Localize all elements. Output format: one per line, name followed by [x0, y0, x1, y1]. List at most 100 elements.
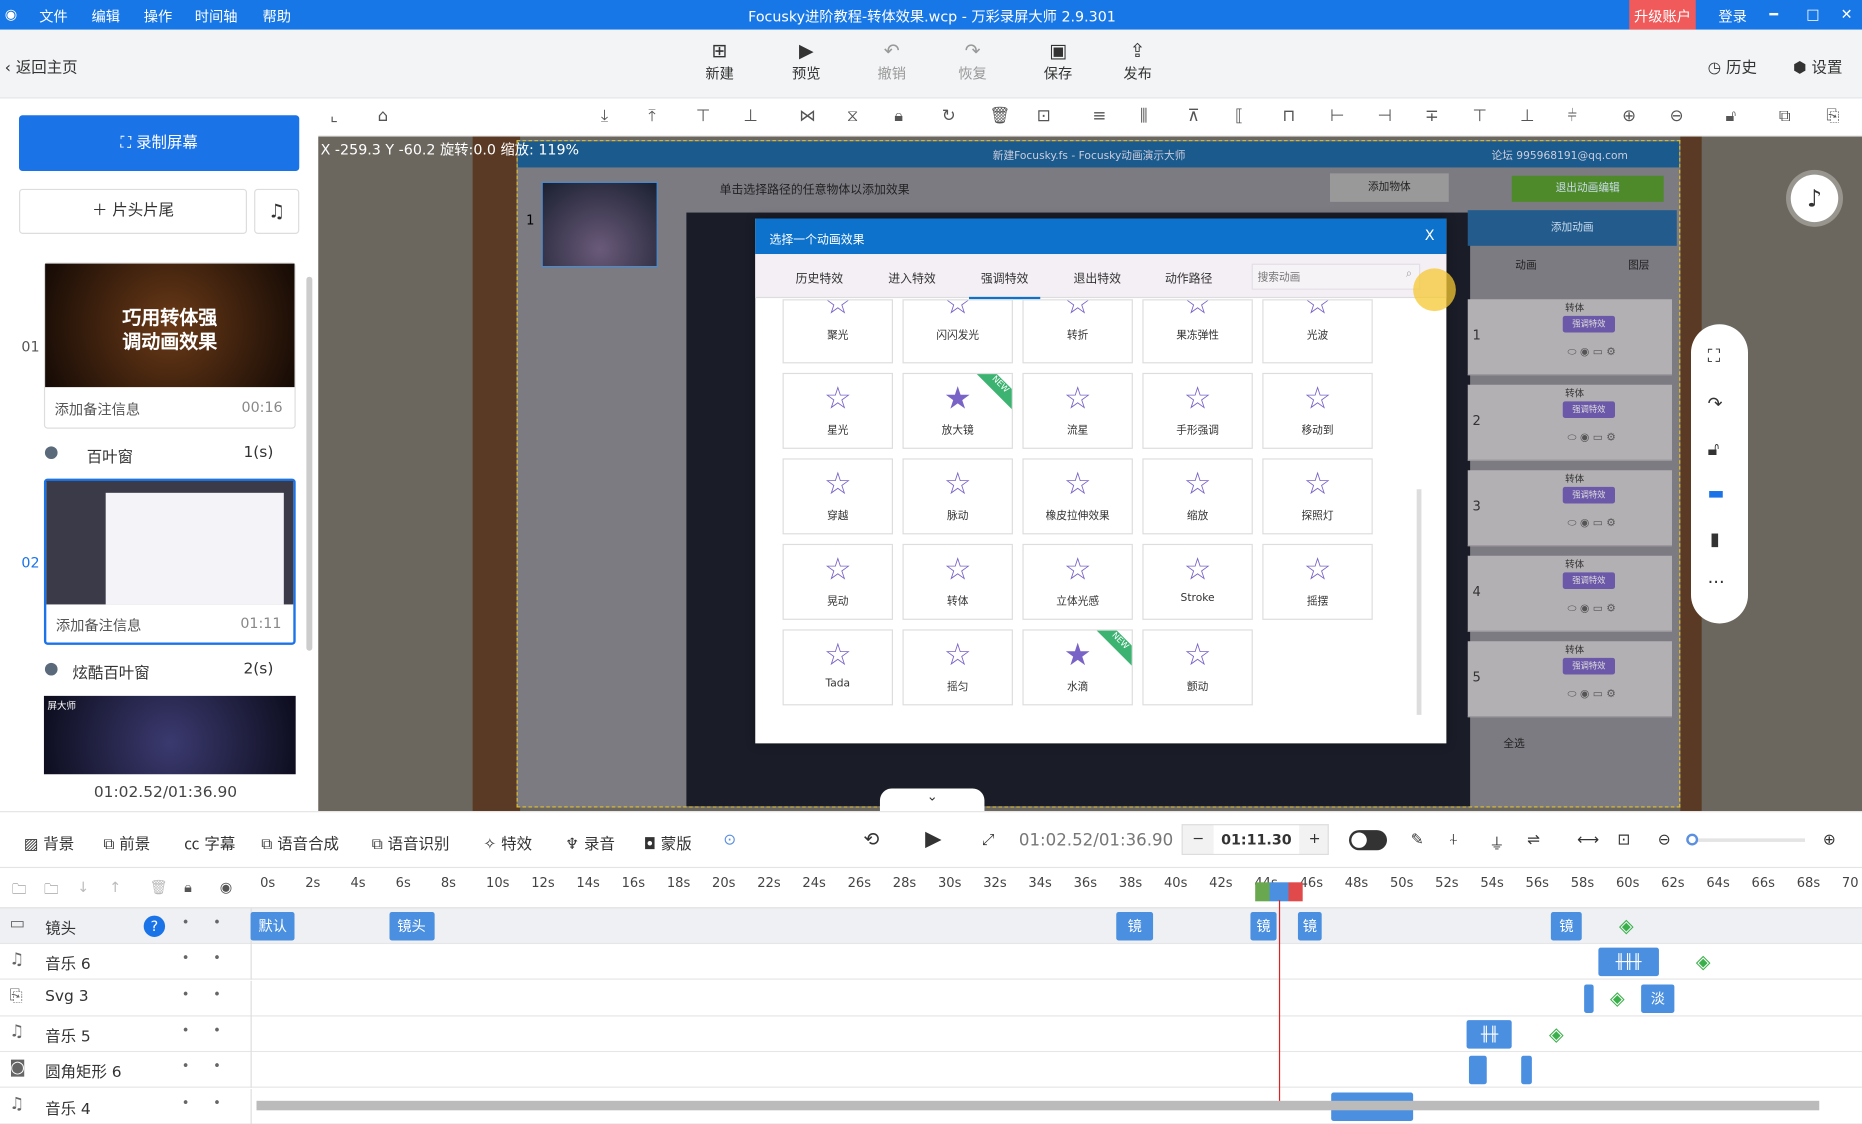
move-up-icon[interactable]: ↑ [109, 879, 121, 896]
effect-item[interactable]: ☆ 橡皮拉伸效果 [1022, 458, 1133, 535]
collapse-chevron-icon[interactable]: ⌄ [879, 788, 985, 813]
duration-input[interactable]: 01:11.30 [1213, 825, 1300, 854]
timeline-clip[interactable] [1521, 1055, 1533, 1085]
music-button[interactable]: ♫ [254, 188, 300, 234]
eye-icon[interactable]: ◉ [220, 879, 232, 896]
move-bottom-icon[interactable]: ⤓ [601, 107, 608, 126]
move-down-icon[interactable]: ↓ [77, 879, 89, 896]
move-up-icon[interactable]: ⊥ [743, 107, 757, 126]
more-icon[interactable]: ⊙ [723, 831, 736, 849]
group-icon[interactable]: ⊡ [1037, 107, 1051, 126]
timeline-track[interactable]: ▭ 镜头? •• 默认 镜头镜镜镜镜 ◈ [0, 908, 1862, 945]
effect-item[interactable]: ☆ 聚光 [782, 299, 893, 364]
delete-icon[interactable]: 🗑︎ [989, 107, 1010, 126]
toggle-switch[interactable] [1349, 830, 1387, 851]
timeline-track[interactable]: ◙ 圆角矩形 6 •• [0, 1052, 1862, 1088]
dialog-close-button[interactable]: X [1425, 227, 1435, 244]
align-icon[interactable]: ⊓ [1283, 107, 1296, 126]
effect-item[interactable]: ☆ Stroke [1142, 543, 1253, 620]
redo-button[interactable]: ↷ 恢复 [949, 39, 997, 83]
timeline-clip[interactable]: 镜 [1297, 912, 1323, 941]
zoom-in-icon[interactable]: ⊕ [1622, 107, 1636, 126]
menu-file[interactable]: 文件 [39, 6, 68, 26]
record-screen-button[interactable]: ⛶ 录制屏幕 [19, 115, 300, 171]
adjust-icon[interactable]: ⇌ [1527, 831, 1540, 849]
move-top-icon[interactable]: ⤒ [648, 107, 655, 126]
minimize-button[interactable]: ━ [1769, 6, 1778, 23]
effect-item[interactable]: ☆ 晃动 [782, 543, 893, 620]
keyframe-add-icon[interactable]: ◈ [1549, 1022, 1564, 1045]
crop-icon[interactable]: ⌞ [330, 107, 338, 126]
anim-action-icons[interactable]: ⬭ ◉ ▭ ⚙ [1568, 432, 1616, 444]
tab-layers[interactable]: 图层 [1628, 257, 1649, 272]
effect-item[interactable]: ☆ 流星 [1022, 372, 1133, 449]
playhead-handle[interactable] [1255, 882, 1304, 902]
fullscreen-icon[interactable]: ⤢ [982, 831, 994, 849]
intro-outro-button[interactable]: ＋ 片头片尾 [19, 188, 247, 234]
effect-item[interactable]: ★ 放大镜 NEW [902, 372, 1013, 449]
timeline-clip[interactable] [1584, 983, 1594, 1013]
animation-list-item[interactable]: 2 转体 强调特效 ⬭ ◉ ▭ ⚙ [1467, 384, 1672, 461]
timeline-clip[interactable]: 镜 [1116, 912, 1153, 941]
align-center-icon[interactable]: ≡ [1093, 107, 1107, 126]
filter-icon[interactable]: ⏚ [1489, 831, 1504, 854]
tool-record-audio[interactable]: ♆ 录音 [565, 831, 615, 854]
tool-asr[interactable]: ⧉ 语音识别 [372, 831, 450, 854]
track-visibility-dots[interactable]: •• [182, 1094, 245, 1109]
flip-v-icon[interactable]: ⧖ [847, 107, 859, 126]
timeline-clip[interactable] [1469, 1055, 1488, 1085]
music-note-icon[interactable]: ♪ [1790, 174, 1839, 223]
publish-button[interactable]: ⇪ 发布 [1114, 39, 1162, 83]
zoom-slider[interactable] [1686, 833, 1805, 846]
edit-icon[interactable]: ✎ [1411, 831, 1424, 849]
align-icon[interactable]: ⊼ [1188, 107, 1200, 126]
effect-item[interactable]: ☆ 立体光感 [1022, 543, 1133, 620]
copy-icon[interactable]: ⧉ [1779, 107, 1791, 126]
effect-item[interactable]: ☆ 颤动 [1142, 629, 1253, 706]
track-visibility-dots[interactable]: •• [182, 1058, 245, 1073]
align-icon[interactable]: ⊣ [1378, 107, 1392, 126]
history-button[interactable]: ◷ 历史 [1708, 55, 1757, 77]
tool-subtitle[interactable]: ㏄ 字幕 [184, 831, 235, 854]
timeline-clip[interactable]: 默认 [251, 912, 295, 941]
anim-action-icons[interactable]: ⬭ ◉ ▭ ⚙ [1568, 347, 1616, 359]
flip-h-icon[interactable]: ⋈ [799, 107, 816, 126]
timeline-track[interactable]: ⎘ Svg 3 •• 淡 ◈ [0, 980, 1862, 1017]
fit-width-icon[interactable]: ⟷ [1577, 831, 1599, 849]
desktop-icon[interactable]: ▬ [1708, 482, 1725, 503]
search-icon[interactable]: ⌕ [1406, 268, 1412, 280]
effect-item[interactable]: ☆ 转体 [902, 543, 1013, 620]
transition-row[interactable]: ● 炫酷百叶窗 2(s) [44, 659, 296, 683]
search-input[interactable] [1251, 263, 1421, 290]
exit-anim-edit-button[interactable]: 退出动画编辑 [1511, 175, 1664, 202]
effect-item[interactable]: ☆ 穿越 [782, 458, 893, 535]
effect-item[interactable]: ☆ 摇匀 [902, 629, 1013, 706]
keyframe-add-icon[interactable]: ◈ [1610, 986, 1625, 1009]
effect-item[interactable]: ☆ 探照灯 [1262, 458, 1373, 535]
scene-card[interactable]: 巧用转体强 调动画效果 添加备注信息 00:16 [43, 262, 296, 429]
timeline-clip[interactable]: 镜 [1550, 912, 1583, 941]
effect-item[interactable]: ☆ 缩放 [1142, 458, 1253, 535]
fit-icon[interactable]: ⊡ [1617, 831, 1630, 849]
tab-enter[interactable]: 进入特效 [888, 268, 936, 286]
effect-item[interactable]: ☆ 果冻弹性 [1142, 299, 1253, 364]
rotate-view-icon[interactable]: ↷ [1708, 393, 1723, 414]
preview-button[interactable]: ▶ 预览 [783, 39, 831, 83]
more-icon[interactable]: ··· [1708, 571, 1725, 592]
timeline-clip[interactable]: 淡 [1640, 983, 1675, 1013]
rewind-icon[interactable]: ⟲ [863, 828, 879, 851]
keyframe-add-icon[interactable]: ◈ [1696, 950, 1711, 973]
lock-icon[interactable]: 🔒︎ [184, 879, 192, 897]
timeline-clip[interactable]: ╫╫╫ [1597, 947, 1659, 977]
effect-item[interactable]: ☆ 光波 [1262, 299, 1373, 364]
paste-icon[interactable]: ⎘ [1826, 107, 1839, 126]
tool-foreground[interactable]: ⧉ 前景 [103, 831, 150, 854]
back-home-button[interactable]: ‹ 返回主页 [5, 55, 78, 77]
scrollbar[interactable] [1416, 489, 1422, 715]
timeline-clip[interactable]: 镜头 [388, 912, 435, 941]
zoom-out-icon[interactable]: ⊖ [1658, 831, 1671, 849]
track-visibility-dots[interactable]: •• [182, 986, 245, 1001]
anim-action-icons[interactable]: ⬭ ◉ ▭ ⚙ [1568, 689, 1616, 701]
timeline-clip[interactable]: ╫╫ [1466, 1019, 1513, 1049]
increase-button[interactable]: + [1309, 830, 1321, 847]
